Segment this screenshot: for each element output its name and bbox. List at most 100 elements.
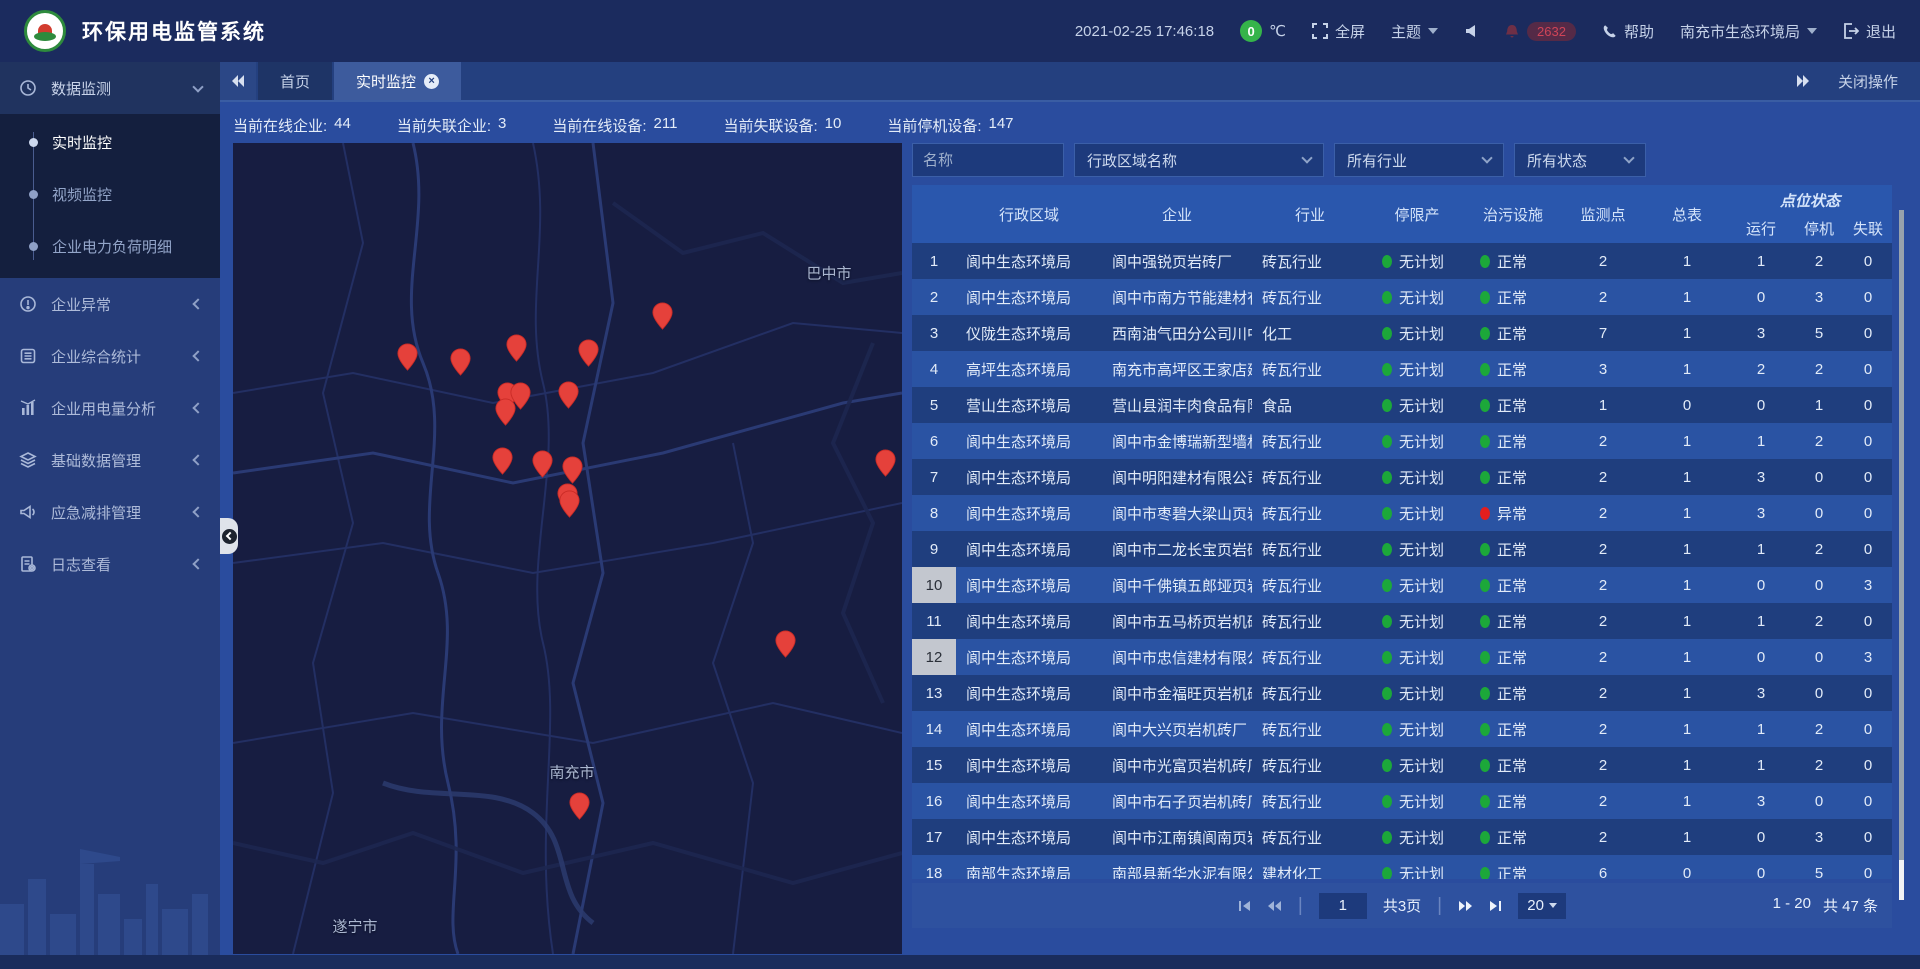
cell-meters: 1 bbox=[1646, 289, 1728, 306]
name-search-input[interactable] bbox=[912, 143, 1064, 177]
table-row[interactable]: 6阆中生态环境局阆中市金博瑞新型墙材砖瓦行业无计划正常21120 bbox=[912, 423, 1892, 459]
table-row[interactable]: 1阆中生态环境局阆中强锐页岩砖厂砖瓦行业无计划正常21120 bbox=[912, 243, 1892, 279]
cell-limit-status: 无计划 bbox=[1368, 611, 1466, 632]
page-number-input[interactable]: 1 bbox=[1319, 893, 1367, 919]
status-text: 正常 bbox=[1497, 683, 1527, 704]
logout-button[interactable]: 退出 bbox=[1843, 21, 1896, 42]
status-dot bbox=[1382, 831, 1392, 844]
sidebar-subitem-power-load-detail[interactable]: 企业电力负荷明细 bbox=[0, 220, 220, 272]
map-pin[interactable] bbox=[578, 339, 599, 367]
table-row[interactable]: 7阆中生态环境局阆中明阳建材有限公司砖瓦行业无计划正常21300 bbox=[912, 459, 1892, 495]
map-pin[interactable] bbox=[495, 398, 516, 426]
table-row[interactable]: 4高坪生态环境局南充市高坪区王家店建砖瓦行业无计划正常31220 bbox=[912, 351, 1892, 387]
map-pin[interactable] bbox=[652, 302, 673, 330]
table-row[interactable]: 11阆中生态环境局阆中市五马桥页岩机砖砖瓦行业无计划正常21120 bbox=[912, 603, 1892, 639]
sidebar-subitem-label: 视频监控 bbox=[52, 184, 112, 205]
status-select[interactable]: 所有状态 bbox=[1514, 143, 1646, 177]
app-header: 环保用电监管系统 2021-02-25 17:46:18 0 ℃ 全屏 主题 2… bbox=[0, 0, 1920, 62]
cell-region: 阆中生态环境局 bbox=[956, 611, 1102, 632]
table-row[interactable]: 16阆中生态环境局阆中市石子页岩机砖厂砖瓦行业无计划正常21300 bbox=[912, 783, 1892, 819]
sidebar-item-data-monitor[interactable]: 数据监测 bbox=[0, 62, 220, 114]
theme-dropdown[interactable]: 主题 bbox=[1391, 21, 1438, 42]
sidebar-subitem-realtime-monitor[interactable]: 实时监控 bbox=[0, 116, 220, 168]
cell-lost: 3 bbox=[1844, 577, 1892, 594]
status-dot bbox=[1382, 291, 1392, 304]
table-row[interactable]: 17阆中生态环境局阆中市江南镇阆南页岩砖瓦行业无计划正常21030 bbox=[912, 819, 1892, 855]
prev-page-button[interactable] bbox=[1267, 900, 1282, 912]
table-row[interactable]: 12阆中生态环境局阆中市忠信建材有限公砖瓦行业无计划正常21003 bbox=[912, 639, 1892, 675]
cell-points: 2 bbox=[1560, 289, 1646, 306]
sidebar-item-base-data[interactable]: 基础数据管理 bbox=[0, 434, 220, 486]
notification-bell[interactable]: 2632 bbox=[1504, 22, 1576, 41]
table-row[interactable]: 8阆中生态环境局阆中市枣碧大梁山页岩砖瓦行业无计划异常21300 bbox=[912, 495, 1892, 531]
page-size-select[interactable]: 20 bbox=[1518, 893, 1566, 919]
sidebar-item-company-stats[interactable]: 企业综合统计 bbox=[0, 330, 220, 382]
row-number: 5 bbox=[912, 387, 956, 423]
org-dropdown[interactable]: 南充市生态环境局 bbox=[1680, 21, 1817, 42]
table-row[interactable]: 3仪陇生态环境局西南油气田分公司川中化工无计划正常71350 bbox=[912, 315, 1892, 351]
cell-region: 阆中生态环境局 bbox=[956, 467, 1102, 488]
sidebar-item-emergency-reduction[interactable]: 应急减排管理 bbox=[0, 486, 220, 538]
map-pin[interactable] bbox=[450, 348, 471, 376]
map-pin[interactable] bbox=[492, 447, 513, 475]
cell-facility-status: 正常 bbox=[1466, 359, 1560, 380]
fullscreen-button[interactable]: 全屏 bbox=[1312, 21, 1365, 42]
cell-company: 西南油气田分公司川中 bbox=[1102, 323, 1252, 344]
map-pin[interactable] bbox=[775, 630, 796, 658]
region-select[interactable]: 行政区域名称 bbox=[1074, 143, 1324, 177]
industry-select[interactable]: 所有行业 bbox=[1334, 143, 1504, 177]
cell-limit-status: 无计划 bbox=[1368, 791, 1466, 812]
next-page-button[interactable] bbox=[1458, 900, 1473, 912]
sidebar-subitem-label: 实时监控 bbox=[52, 132, 112, 153]
tab-realtime-monitor[interactable]: 实时监控 × bbox=[334, 62, 461, 100]
sidebar-item-power-analysis[interactable]: 企业用电量分析 bbox=[0, 382, 220, 434]
sidebar-collapse-toggle[interactable] bbox=[220, 518, 238, 554]
table-row[interactable]: 14阆中生态环境局阆中大兴页岩机砖厂砖瓦行业无计划正常21120 bbox=[912, 711, 1892, 747]
pager-divider: | bbox=[1298, 895, 1303, 917]
tab-home[interactable]: 首页 bbox=[258, 62, 332, 100]
table-row[interactable]: 13阆中生态环境局阆中市金福旺页岩机砖砖瓦行业无计划正常21300 bbox=[912, 675, 1892, 711]
tabs-scroll-left-button[interactable] bbox=[220, 62, 256, 100]
table-scrollbar[interactable] bbox=[1899, 210, 1904, 900]
cell-run: 2 bbox=[1728, 361, 1794, 378]
cell-lost: 0 bbox=[1844, 721, 1892, 738]
map-pin[interactable] bbox=[397, 343, 418, 371]
scrollbar-thumb[interactable] bbox=[1899, 210, 1904, 860]
map-pin[interactable] bbox=[532, 450, 553, 478]
sidebar-item-company-abnormal[interactable]: 企业异常 bbox=[0, 278, 220, 330]
cell-region: 营山生态环境局 bbox=[956, 395, 1102, 416]
table-row[interactable]: 5营山生态环境局营山县润丰肉食品有限食品无计划正常10010 bbox=[912, 387, 1892, 423]
last-page-button[interactable] bbox=[1489, 900, 1502, 912]
table-row[interactable]: 15阆中生态环境局阆中市光富页岩机砖厂砖瓦行业无计划正常21120 bbox=[912, 747, 1892, 783]
status-dot bbox=[1382, 687, 1392, 700]
status-dot bbox=[1382, 363, 1392, 376]
tab-close-icon[interactable]: × bbox=[424, 74, 439, 89]
map-panel[interactable]: 巴中市南充市遂宁市 bbox=[233, 143, 902, 954]
cell-region: 高坪生态环境局 bbox=[956, 359, 1102, 380]
close-operations-button[interactable]: 关闭操作 bbox=[1838, 71, 1898, 92]
map-pin[interactable] bbox=[558, 381, 579, 409]
sidebar-subitem-video-monitor[interactable]: 视频监控 bbox=[0, 168, 220, 220]
cell-lost: 0 bbox=[1844, 361, 1892, 378]
chevron-down-icon bbox=[192, 81, 203, 92]
chevron-down-icon bbox=[1481, 152, 1492, 163]
row-number: 8 bbox=[912, 495, 956, 531]
tabs-scroll-right-button[interactable] bbox=[1796, 74, 1810, 88]
help-button[interactable]: 帮助 bbox=[1602, 21, 1654, 42]
sidebar-item-log-view[interactable]: 日志查看 bbox=[0, 538, 220, 590]
mute-icon[interactable] bbox=[1464, 24, 1478, 38]
status-text: 无计划 bbox=[1399, 791, 1444, 812]
table-row[interactable]: 10阆中生态环境局阆中千佛镇五郎垭页岩砖瓦行业无计划正常21003 bbox=[912, 567, 1892, 603]
map-pin[interactable] bbox=[562, 456, 583, 484]
chevron-left-icon bbox=[192, 402, 203, 413]
map-pin[interactable] bbox=[569, 792, 590, 820]
first-page-button[interactable] bbox=[1238, 900, 1251, 912]
table-row[interactable]: 18南部生态环境局南部县新华水泥有限公建材化工无计划正常60050 bbox=[912, 855, 1892, 879]
table-row[interactable]: 2阆中生态环境局阆中市南方节能建材有砖瓦行业无计划正常21030 bbox=[912, 279, 1892, 315]
map-pin[interactable] bbox=[506, 334, 527, 362]
map-pin[interactable] bbox=[875, 449, 896, 477]
cell-company: 阆中市南方节能建材有 bbox=[1102, 287, 1252, 308]
map-pin[interactable] bbox=[559, 490, 580, 518]
status-text: 正常 bbox=[1497, 611, 1527, 632]
table-row[interactable]: 9阆中生态环境局阆中市二龙长宝页岩砖砖瓦行业无计划正常21120 bbox=[912, 531, 1892, 567]
